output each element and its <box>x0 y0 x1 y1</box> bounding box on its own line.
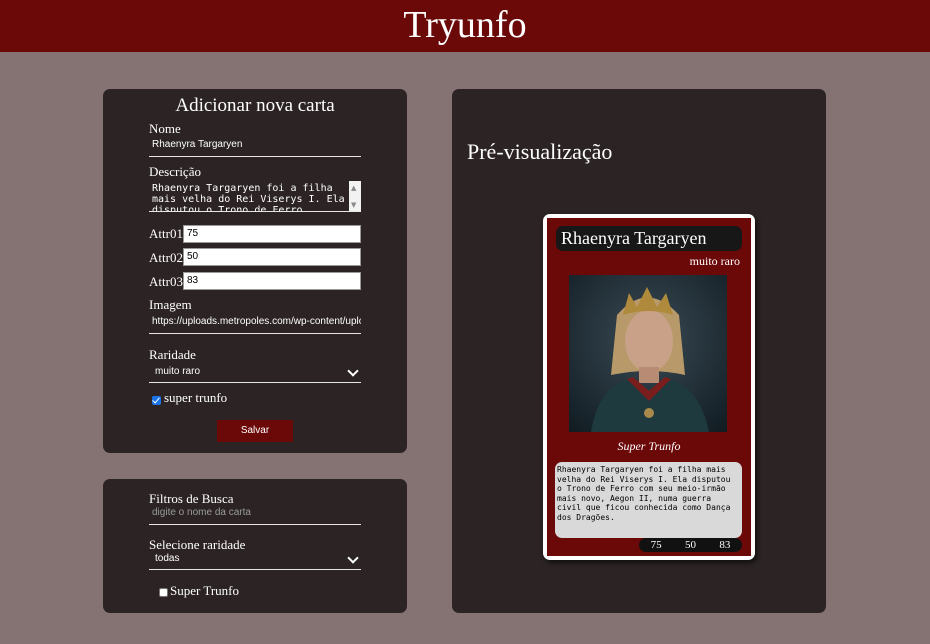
name-label: Nome <box>149 121 181 136</box>
attr3-input[interactable]: 83 <box>183 272 361 290</box>
chevron-down-icon <box>347 365 359 377</box>
description-textarea[interactable]: Rhaenyra Targaryen foi a filha mais velh… <box>149 181 361 212</box>
form-title: Adicionar nova carta <box>175 95 335 116</box>
app-header: Tryunfo <box>0 0 930 52</box>
app-title: Tryunfo <box>403 4 527 46</box>
attr1-input[interactable]: 75 <box>183 225 361 243</box>
attr3-label: Attr03 <box>149 274 183 289</box>
card-attr2: 50 <box>684 539 696 551</box>
attr2-input[interactable]: 50 <box>183 248 361 266</box>
search-input[interactable]: digite o nome da carta <box>149 505 361 525</box>
card-image <box>569 275 727 432</box>
card-attr1: 75 <box>650 539 662 551</box>
card-description: Rhaenyra Targaryen foi a filha mais velh… <box>555 462 742 538</box>
rarity-select[interactable]: muito raro <box>149 363 361 383</box>
textarea-scrollbar[interactable]: ▲ ▼ <box>349 181 361 211</box>
name-input[interactable]: Rhaenyra Targaryen <box>149 137 361 157</box>
filter-super-trunfo-label: Super Trunfo <box>170 583 239 598</box>
card-rarity: muito raro <box>689 254 740 268</box>
preview-card: Rhaenyra Targaryen muito raro Super Trun… <box>543 214 755 560</box>
search-filters: Filtros de Busca digite o nome da carta … <box>103 479 407 613</box>
attr2-label: Attr02 <box>149 250 183 265</box>
attr1-label: Attr01 <box>149 226 183 241</box>
filter-rarity-value: todas <box>155 553 180 564</box>
save-button[interactable]: Salvar <box>217 420 293 442</box>
card-preview-panel: Pré-visualização Rhaenyra Targaryen muit… <box>452 89 826 613</box>
scroll-up-icon[interactable]: ▲ <box>351 183 356 194</box>
description-text: Rhaenyra Targaryen foi a filha mais velh… <box>152 183 345 212</box>
image-label: Imagem <box>149 297 192 312</box>
super-trunfo-label: super trunfo <box>164 390 228 405</box>
preview-title: Pré-visualização <box>467 139 613 164</box>
card-frame: Rhaenyra Targaryen muito raro Super Trun… <box>547 218 751 556</box>
filter-super-trunfo-checkbox[interactable] <box>159 588 168 597</box>
card-attr3: 83 <box>719 539 731 551</box>
image-url-input[interactable]: https://uploads.metropoles.com/wp-conten… <box>149 314 361 334</box>
description-label: Descrição <box>149 164 201 179</box>
add-card-form: Adicionar nova carta Nome Rhaenyra Targa… <box>103 89 407 453</box>
card-portrait-image <box>569 275 727 432</box>
card-name: Rhaenyra Targaryen <box>556 226 742 251</box>
card-super-trunfo: Super Trunfo <box>617 439 681 453</box>
chevron-down-icon <box>347 552 359 564</box>
super-trunfo-checkbox[interactable] <box>152 396 161 405</box>
rarity-select-value: muito raro <box>155 366 201 377</box>
filter-rarity-select[interactable]: todas <box>149 550 361 570</box>
rarity-label: Raridade <box>149 347 196 362</box>
scroll-down-icon[interactable]: ▼ <box>351 200 356 211</box>
card-attributes: 75 50 83 <box>639 538 742 552</box>
